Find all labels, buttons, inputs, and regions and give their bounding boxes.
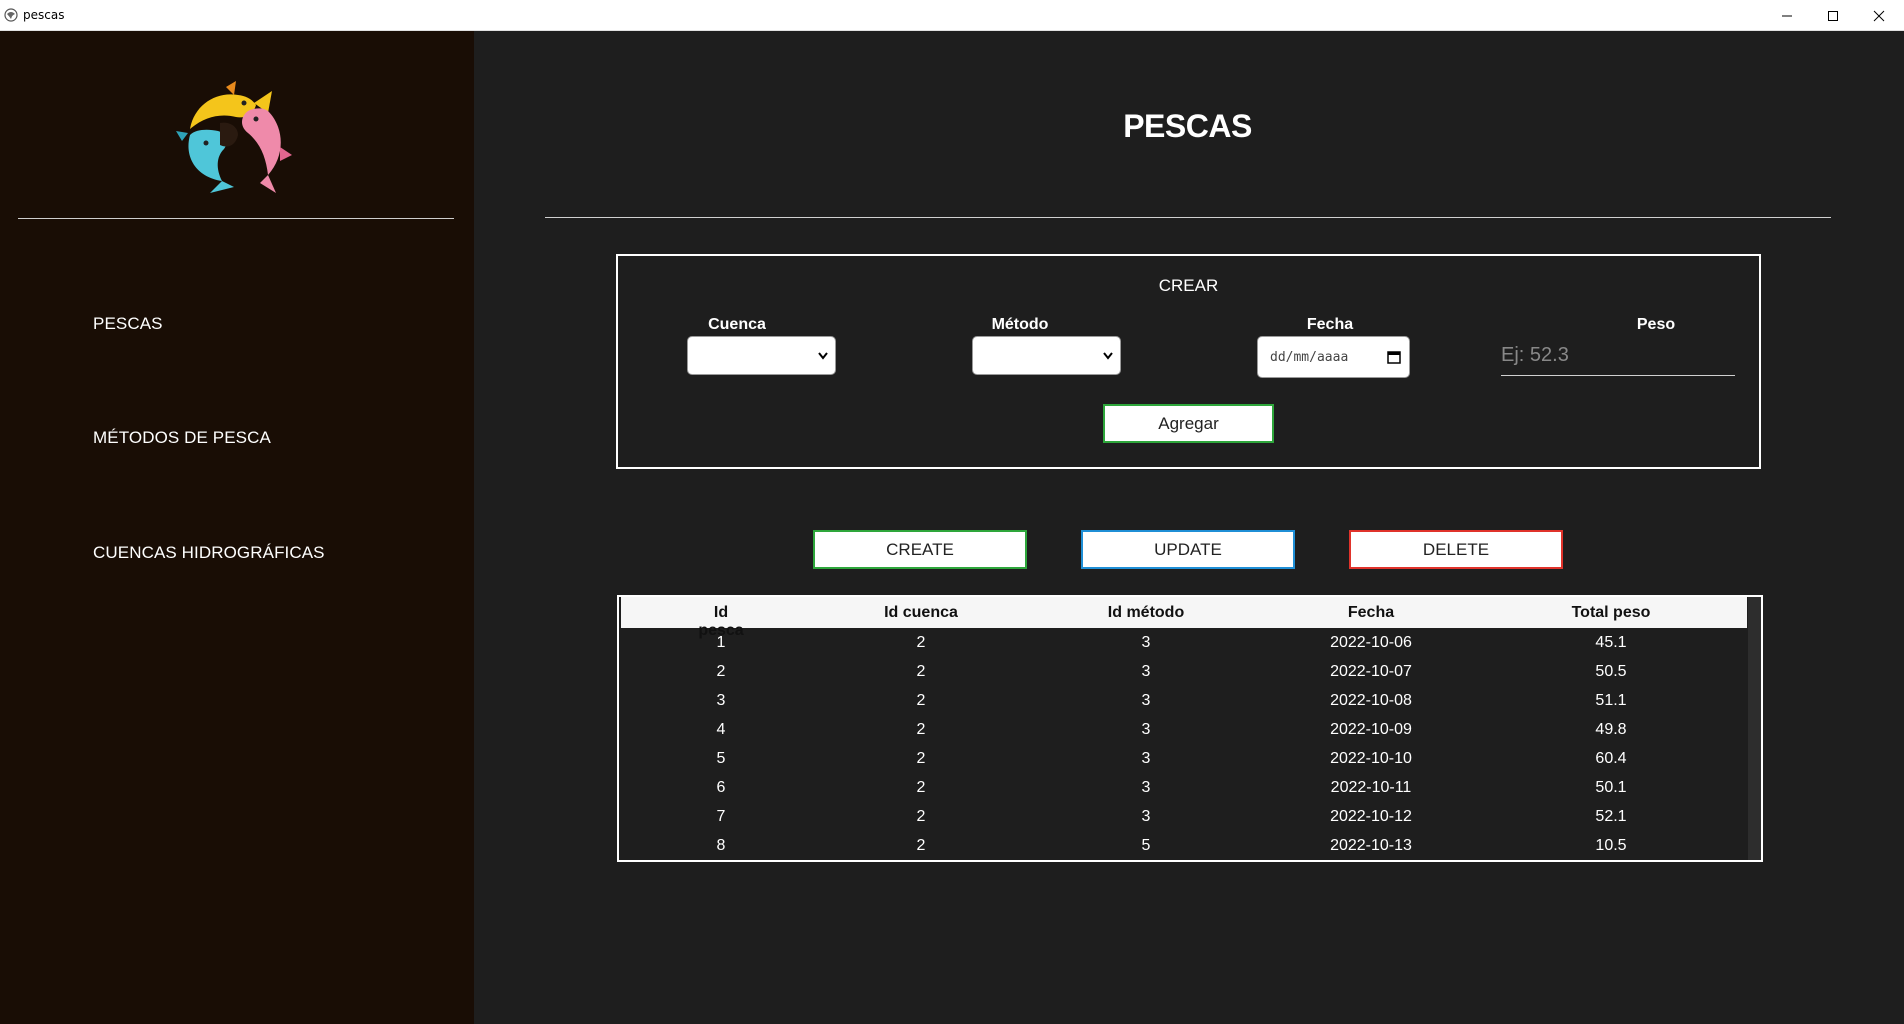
cell-id-pesca: 6 — [716, 779, 726, 796]
cell-id-cuenca: 2 — [916, 750, 926, 767]
chevron-down-icon — [1103, 352, 1113, 360]
cell-fecha: 2022-10-12 — [1330, 808, 1412, 825]
minimize-button[interactable] — [1764, 0, 1810, 31]
table-body: 1 2 3 2022-10-06 45.1 2 2 3 2022-10-07 5… — [621, 628, 1747, 860]
peso-input[interactable]: Ej: 52.3 — [1501, 336, 1735, 376]
window-title: pescas — [23, 8, 65, 22]
cell-id-cuenca: 2 — [916, 837, 926, 854]
fecha-date-input[interactable]: dd/mm/aaaa — [1257, 336, 1410, 378]
column-header-fecha[interactable]: Fecha — [1301, 604, 1441, 622]
column-header-id-metodo[interactable]: Id método — [1091, 604, 1201, 622]
cell-id-pesca: 4 — [716, 721, 726, 738]
cell-id-metodo: 3 — [1141, 779, 1151, 796]
cell-id-metodo: 3 — [1141, 692, 1151, 709]
maximize-button[interactable] — [1810, 0, 1856, 31]
cell-fecha: 2022-10-10 — [1330, 750, 1412, 767]
cell-total-peso: 50.5 — [1595, 663, 1627, 680]
cell-id-metodo: 3 — [1141, 634, 1151, 651]
chevron-down-icon — [818, 352, 828, 360]
sidebar-item-metodos-de-pesca[interactable]: MÉTODOS DE PESCA — [93, 428, 271, 448]
cell-fecha: 2022-10-06 — [1330, 634, 1412, 651]
cell-id-cuenca: 2 — [916, 634, 926, 651]
maximize-icon — [1828, 10, 1838, 21]
cell-id-pesca: 2 — [716, 663, 726, 680]
fish-logo-icon — [176, 81, 292, 193]
fecha-placeholder: dd/mm/aaaa — [1270, 350, 1349, 365]
cell-total-peso: 50.1 — [1595, 779, 1627, 796]
delete-button[interactable]: DELETE — [1349, 530, 1563, 569]
cell-total-peso: 51.1 — [1595, 692, 1627, 709]
table-scrollbar[interactable] — [1748, 597, 1761, 860]
peso-label: Peso — [1636, 316, 1676, 333]
cell-id-metodo: 3 — [1141, 721, 1151, 738]
table-row[interactable]: 4 2 3 2022-10-09 49.8 — [621, 715, 1747, 744]
sidebar-item-cuencas-hidrograficas[interactable]: CUENCAS HIDROGRÁFICAS — [93, 543, 325, 563]
cell-id-pesca: 1 — [716, 634, 726, 651]
close-button[interactable] — [1856, 0, 1902, 31]
cell-id-pesca: 3 — [716, 692, 726, 709]
table-row[interactable]: 6 2 3 2022-10-11 50.1 — [621, 773, 1747, 802]
cell-id-metodo: 3 — [1141, 663, 1151, 680]
table-row[interactable]: 1 2 3 2022-10-06 45.1 — [621, 628, 1747, 657]
create-button[interactable]: CREATE — [813, 530, 1027, 569]
cell-id-metodo: 3 — [1141, 808, 1151, 825]
app-icon — [4, 8, 18, 22]
cell-total-peso: 49.8 — [1595, 721, 1627, 738]
sidebar-item-pescas[interactable]: PESCAS — [93, 314, 163, 334]
create-form-title: CREAR — [1158, 276, 1219, 295]
cell-id-cuenca: 2 — [916, 721, 926, 738]
cell-fecha: 2022-10-08 — [1330, 692, 1412, 709]
cell-fecha: 2022-10-11 — [1330, 779, 1412, 796]
pescas-table: Id pesca Id cuenca Id método Fecha Total… — [617, 595, 1763, 862]
table-row[interactable]: 2 2 3 2022-10-07 50.5 — [621, 657, 1747, 686]
close-icon — [1873, 10, 1885, 21]
sidebar-divider — [18, 218, 454, 219]
fecha-label: Fecha — [1306, 316, 1354, 333]
cell-total-peso: 10.5 — [1595, 837, 1627, 854]
metodo-label: Método — [991, 316, 1049, 333]
table-row[interactable]: 3 2 3 2022-10-08 51.1 — [621, 686, 1747, 715]
column-header-total-peso[interactable]: Total peso — [1541, 604, 1681, 622]
table-row[interactable]: 7 2 3 2022-10-12 52.1 — [621, 802, 1747, 831]
table-row[interactable]: 5 2 3 2022-10-10 60.4 — [621, 744, 1747, 773]
main-divider — [545, 217, 1831, 218]
cell-fecha: 2022-10-07 — [1330, 663, 1412, 680]
cell-fecha: 2022-10-09 — [1330, 721, 1412, 738]
cell-id-cuenca: 2 — [916, 663, 926, 680]
minimize-icon — [1782, 15, 1792, 16]
sidebar: PESCAS MÉTODOS DE PESCA CUENCAS HIDROGRÁ… — [0, 31, 474, 1024]
create-form: CREAR Cuenca Método Fecha Peso dd/mm/aaa… — [616, 254, 1761, 469]
cell-id-cuenca: 2 — [916, 808, 926, 825]
cell-id-cuenca: 2 — [916, 779, 926, 796]
column-header-id-cuenca[interactable]: Id cuenca — [871, 604, 971, 622]
cell-fecha: 2022-10-13 — [1330, 837, 1412, 854]
table-header: Id pesca Id cuenca Id método Fecha Total… — [621, 597, 1747, 639]
cell-total-peso: 45.1 — [1595, 634, 1627, 651]
cell-id-cuenca: 2 — [916, 692, 926, 709]
cuenca-label: Cuenca — [708, 316, 766, 333]
table-row[interactable]: 8 2 5 2022-10-13 10.5 — [621, 831, 1747, 860]
cell-id-pesca: 8 — [716, 837, 726, 854]
metodo-select[interactable] — [972, 336, 1121, 375]
update-button[interactable]: UPDATE — [1081, 530, 1295, 569]
page-title: PESCAS — [1123, 108, 1252, 144]
cell-id-metodo: 3 — [1141, 750, 1151, 767]
cell-total-peso: 60.4 — [1595, 750, 1627, 767]
window-titlebar: pescas — [0, 0, 1904, 31]
cuenca-select[interactable] — [687, 336, 836, 375]
calendar-icon[interactable] — [1387, 350, 1401, 364]
cell-id-metodo: 5 — [1141, 837, 1151, 854]
cell-id-pesca: 7 — [716, 808, 726, 825]
cell-total-peso: 52.1 — [1595, 808, 1627, 825]
agregar-button[interactable]: Agregar — [1103, 404, 1274, 443]
cell-id-pesca: 5 — [716, 750, 726, 767]
